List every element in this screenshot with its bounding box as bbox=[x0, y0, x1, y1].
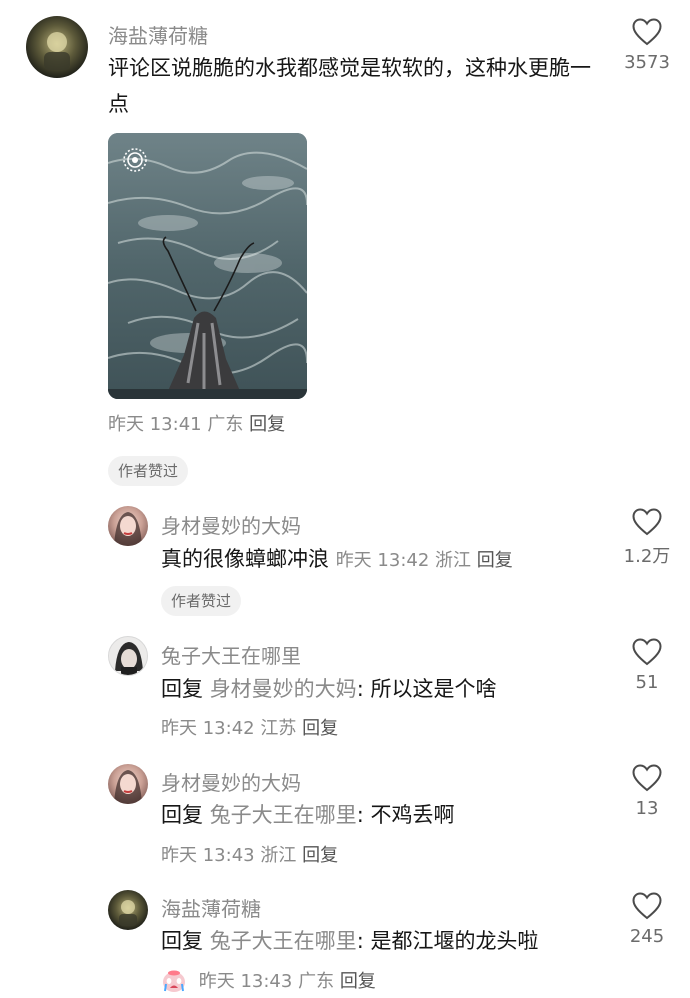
comment-time: 昨天 13:43 bbox=[198, 971, 293, 992]
reply-button[interactable]: 回复 bbox=[302, 718, 338, 739]
username[interactable]: 身材曼妙的大妈 bbox=[161, 510, 301, 539]
reply-prefix: 回复 bbox=[161, 677, 203, 701]
like-button[interactable]: 13 bbox=[607, 764, 687, 819]
username[interactable]: 海盐薄荷糖 bbox=[108, 20, 208, 49]
comment-meta: 昨天 13:41 广东 回复 bbox=[108, 410, 285, 436]
heart-icon bbox=[632, 892, 662, 920]
username[interactable]: 海盐薄荷糖 bbox=[161, 893, 261, 922]
like-button[interactable]: 1.2万 bbox=[607, 508, 687, 568]
avatar-image bbox=[114, 770, 142, 804]
comment-text: 真的很像蟑螂冲浪 昨天 13:42 浙江 回复 bbox=[161, 541, 513, 579]
avatar[interactable] bbox=[108, 890, 148, 930]
comment-meta: 昨天 13:43 浙江 回复 bbox=[161, 841, 338, 867]
reply-button[interactable]: 回复 bbox=[302, 845, 338, 866]
author-liked-badge: 作者赞过 bbox=[108, 456, 189, 486]
reply-button[interactable]: 回复 bbox=[477, 550, 513, 571]
heart-icon bbox=[632, 18, 662, 46]
crying-face-icon bbox=[161, 969, 187, 993]
comment-text: 回复 身材曼妙的大妈: 所以这是个啥 bbox=[161, 671, 496, 707]
like-button[interactable]: 3573 bbox=[607, 18, 687, 73]
username[interactable]: 兔子大王在哪里 bbox=[161, 640, 301, 669]
like-button[interactable]: 51 bbox=[607, 638, 687, 693]
heart-icon bbox=[632, 638, 662, 666]
live-photo-icon[interactable] bbox=[122, 147, 148, 173]
avatar-image bbox=[44, 32, 70, 70]
comment-body: : 是都江堰的龙头啦 bbox=[356, 929, 539, 953]
like-button[interactable]: 245 bbox=[607, 892, 687, 947]
comment-meta: 昨天 13:43 广东 回复 bbox=[161, 967, 376, 993]
avatar[interactable] bbox=[108, 636, 148, 676]
author-liked-badge: 作者赞过 bbox=[161, 586, 242, 616]
reply-to-user[interactable]: 身材曼妙的大妈 bbox=[210, 677, 357, 701]
avatar-image bbox=[115, 642, 143, 675]
comment-location: 广东 bbox=[207, 414, 244, 435]
reply-to-user[interactable]: 兔子大王在哪里 bbox=[210, 929, 357, 953]
comment-meta: 昨天 13:42 浙江 回复 bbox=[336, 550, 513, 571]
avatar[interactable] bbox=[108, 506, 148, 546]
reply-button[interactable]: 回复 bbox=[249, 414, 285, 435]
comment-location: 浙江 bbox=[435, 550, 472, 571]
comment-location: 广东 bbox=[298, 971, 335, 992]
comment-time: 昨天 13:43 bbox=[161, 845, 255, 866]
avatar[interactable] bbox=[108, 764, 148, 804]
reply-prefix: 回复 bbox=[161, 803, 203, 827]
comment-body: : 所以这是个啥 bbox=[356, 677, 497, 701]
comment-body: : 不鸡丢啊 bbox=[356, 803, 455, 827]
heart-icon bbox=[632, 764, 662, 792]
like-count: 245 bbox=[629, 926, 665, 947]
avatar-image bbox=[114, 512, 142, 546]
comment-text: 评论区说脆脆的水我都感觉是软软的，这种水更脆一点 bbox=[108, 56, 591, 116]
comment-time: 昨天 13:42 bbox=[161, 718, 255, 739]
comment-time: 昨天 13:42 bbox=[335, 550, 430, 571]
comment-meta: 昨天 13:42 江苏 回复 bbox=[161, 714, 338, 740]
comment-location: 江苏 bbox=[260, 718, 297, 739]
reply-button[interactable]: 回复 bbox=[340, 971, 376, 992]
comment-text: 回复 兔子大王在哪里: 是都江堰的龙头啦 bbox=[161, 923, 538, 959]
like-count: 13 bbox=[635, 798, 659, 819]
username[interactable]: 身材曼妙的大妈 bbox=[161, 767, 301, 796]
comment-body: 真的很像蟑螂冲浪 bbox=[161, 547, 329, 571]
comment-time: 昨天 13:41 bbox=[108, 414, 202, 435]
comment-text: 回复 兔子大王在哪里: 不鸡丢啊 bbox=[161, 797, 454, 833]
reply-to-user[interactable]: 兔子大王在哪里 bbox=[210, 803, 357, 827]
like-count: 3573 bbox=[624, 52, 670, 73]
avatar-image bbox=[119, 900, 137, 926]
reply-prefix: 回复 bbox=[161, 929, 203, 953]
like-count: 1.2万 bbox=[623, 546, 671, 567]
comment-image[interactable] bbox=[108, 133, 307, 399]
comment-location: 浙江 bbox=[260, 845, 297, 866]
like-count: 51 bbox=[635, 672, 659, 693]
avatar[interactable] bbox=[26, 16, 88, 78]
heart-icon bbox=[632, 508, 662, 536]
